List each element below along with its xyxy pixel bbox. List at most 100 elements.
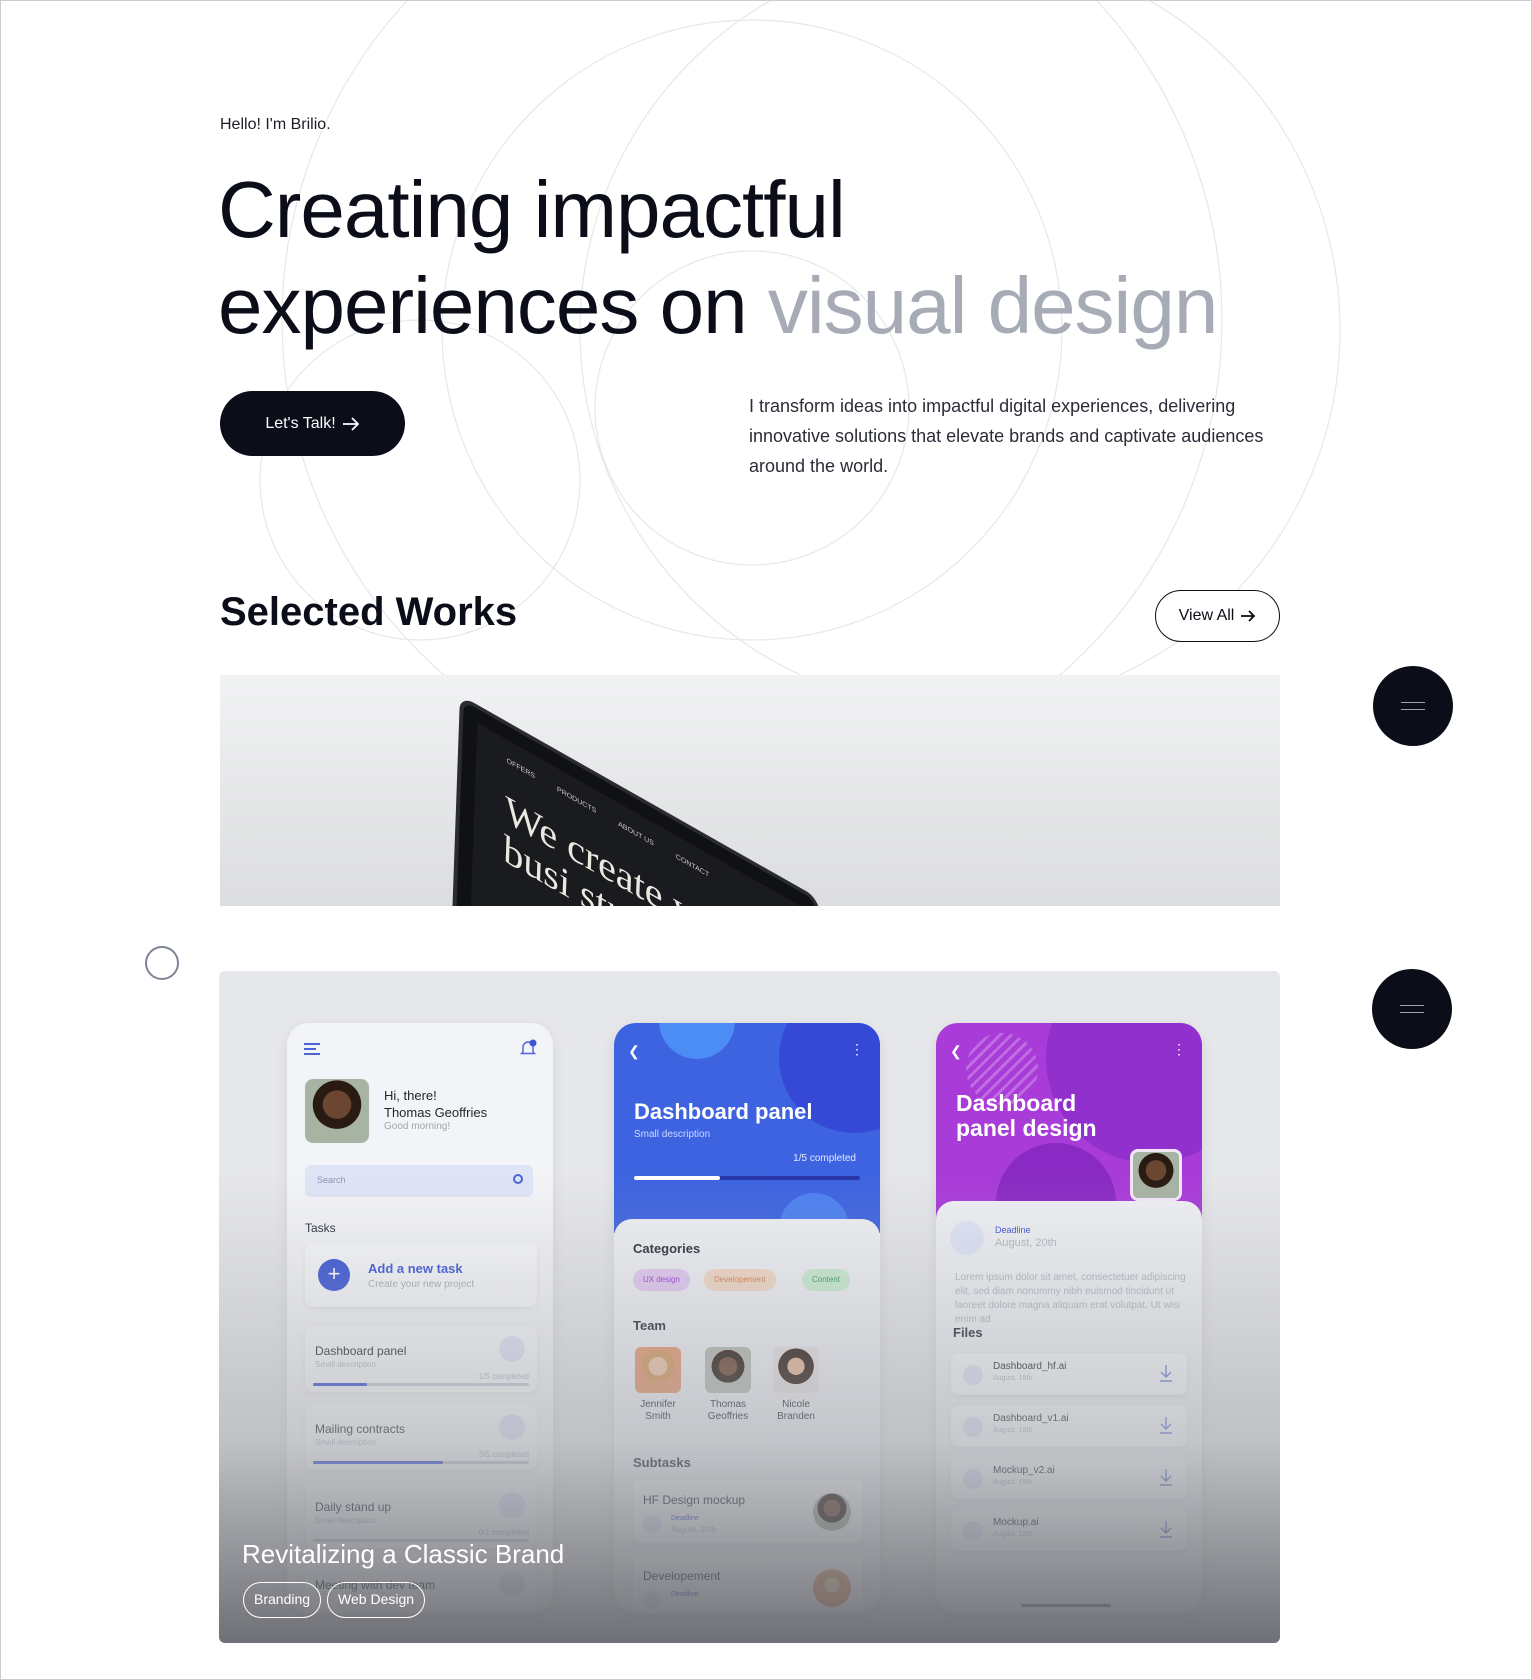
subtask-avatar (813, 1493, 851, 1531)
categories-label: Categories (633, 1241, 701, 1256)
task-progress-fill (313, 1461, 443, 1464)
search-icon (513, 1174, 523, 1184)
hero-title-line1: Creating impactful (218, 165, 846, 254)
file-date: August, 16th (993, 1427, 1033, 1434)
deadline-date: August, 20th (995, 1237, 1057, 1249)
file-date: August, 18th (993, 1375, 1033, 1382)
edit-icon (963, 1417, 983, 1437)
laptop-headline: We create your busi str (502, 785, 747, 906)
task-name: Mailing contracts (315, 1422, 406, 1436)
task-desc: Small description (315, 1438, 376, 1447)
laptop-nav-item: OFFERS (506, 757, 536, 781)
category-chip: UX design (633, 1269, 690, 1291)
calendar-icon (643, 1515, 661, 1533)
task-completed: 1/5 completed (478, 1372, 529, 1381)
tag-web-design[interactable]: Web Design (327, 1582, 426, 1618)
subtask-name: Developement (643, 1569, 721, 1583)
subtask-card: HF Design mockup Deadline August, 20th (633, 1479, 863, 1543)
team-member: Thomas Geoffries (698, 1347, 758, 1423)
task-progress-bar (313, 1383, 529, 1386)
files-label: Files (953, 1325, 983, 1340)
subtask-avatar (813, 1569, 851, 1607)
hero-title-highlight: visual design (767, 261, 1218, 350)
search-placeholder: Search (317, 1175, 346, 1185)
gear-icon (499, 1336, 525, 1362)
dashboard-title: Dashboard panel (634, 1099, 813, 1124)
edit-icon (963, 1469, 983, 1489)
phone-mockup-panel-design: ❮ ⋮ Dashboard panel design Deadline Augu… (936, 1023, 1202, 1613)
task-desc: Small description (315, 1360, 376, 1369)
laptop-screen: OFFERS PRODUCTS ABOUT US CONTACT We crea… (464, 722, 802, 906)
laptop-nav-item: PRODUCTS (556, 786, 597, 816)
project-card-laptop[interactable]: OFFERS PRODUCTS ABOUT US CONTACT We crea… (220, 675, 1280, 906)
home-indicator (1021, 1604, 1111, 1607)
back-chevron-icon: ❮ (950, 1043, 962, 1059)
tag-branding[interactable]: Branding (243, 1582, 322, 1618)
team-member-name: Thomas Geoffries (707, 1399, 749, 1422)
subtask-card: Developement Deadline (633, 1555, 863, 1613)
dashboard-progress-bar (634, 1176, 860, 1180)
subtask-deadline-label: Deadline (671, 1515, 699, 1522)
back-chevron-icon: ❮ (628, 1043, 640, 1059)
greeting-text: Hi, there! Thomas Geoffries (384, 1087, 487, 1121)
hero-title-line2: experiences on (218, 261, 768, 350)
file-item: Dashboard_v1.ai August, 16th (951, 1405, 1187, 1447)
edit-icon (963, 1365, 983, 1385)
dashboard-progress-text: 1/5 completed (793, 1153, 856, 1164)
category-chip: Developement (704, 1269, 776, 1291)
bell-icon (519, 1039, 537, 1055)
file-name: Mockup.ai (993, 1517, 1039, 1528)
search-field: Search (305, 1165, 533, 1197)
subtask-name: HF Design mockup (643, 1493, 746, 1507)
mail-icon (499, 1414, 525, 1440)
more-dots-icon: ⋮ (1172, 1041, 1186, 1057)
team-member: Jennifer Smith (628, 1347, 688, 1423)
phone-icon (499, 1492, 525, 1518)
dashboard-header (614, 1023, 880, 1233)
laptop-nav-item: CONTACT (675, 853, 710, 880)
download-icon (1160, 1365, 1172, 1382)
greeting-hi: Hi, there! (384, 1088, 437, 1103)
deco-circle (659, 1023, 735, 1059)
team-member-name: Nicole Branden (777, 1399, 815, 1422)
arrow-right-icon (342, 416, 359, 431)
subtask-deadline-date: August, 20th (671, 1525, 716, 1534)
team-member-photo (773, 1347, 819, 1393)
panel-avatar (1130, 1149, 1182, 1201)
view-all-button[interactable]: View All (1155, 590, 1280, 642)
add-task-title: Add a new task (368, 1261, 463, 1276)
hero-title: Creating impactful experiences on visual… (218, 162, 1318, 354)
dashboard-progress-fill (634, 1176, 720, 1180)
menu-lines-icon (1400, 1005, 1424, 1013)
task-card: Dashboard panel Small description 1/5 co… (305, 1326, 537, 1392)
hero-description: I transform ideas into impactful digital… (749, 396, 1264, 476)
edit-icon (963, 1521, 983, 1541)
laptop-nav-item: ABOUT US (618, 820, 654, 848)
more-dots-icon: ⋮ (850, 1041, 864, 1057)
category-chip: Content (802, 1269, 851, 1291)
file-date: August, 15th (993, 1479, 1033, 1486)
team-member-name: Jennifer Smith (640, 1399, 676, 1422)
project-tags: Branding Web Design (243, 1582, 426, 1618)
plus-icon: + (318, 1259, 350, 1291)
project-title[interactable]: Revitalizing a Classic Brand (242, 1539, 564, 1570)
lets-talk-button[interactable]: Let's Talk! (220, 391, 405, 456)
card-menu-button[interactable] (1373, 666, 1453, 746)
add-task-card: + Add a new task Create your new project (305, 1243, 537, 1307)
team-member: Nicole Branden (766, 1347, 826, 1423)
team-member-photo (705, 1347, 751, 1393)
file-name: Dashboard_hf.ai (993, 1361, 1067, 1372)
phone-icon (499, 1570, 525, 1596)
menu-lines-icon (1401, 702, 1425, 710)
view-all-label: View All (1178, 607, 1235, 624)
subtasks-label: Subtasks (633, 1455, 691, 1470)
user-avatar (305, 1079, 369, 1143)
team-label: Team (633, 1318, 666, 1333)
laptop-image: OFFERS PRODUCTS ABOUT US CONTACT We crea… (446, 695, 820, 906)
file-item: Mockup_v2.ai August, 15th (951, 1457, 1187, 1499)
greeting-sub: Good morning! (384, 1121, 451, 1132)
hero-greeting: Hello! I'm Brilio. (220, 116, 331, 133)
dashboard-subtitle: Small description (634, 1129, 711, 1140)
card-menu-button[interactable] (1372, 969, 1452, 1049)
panel-title-line1: Dashboard (956, 1090, 1077, 1116)
